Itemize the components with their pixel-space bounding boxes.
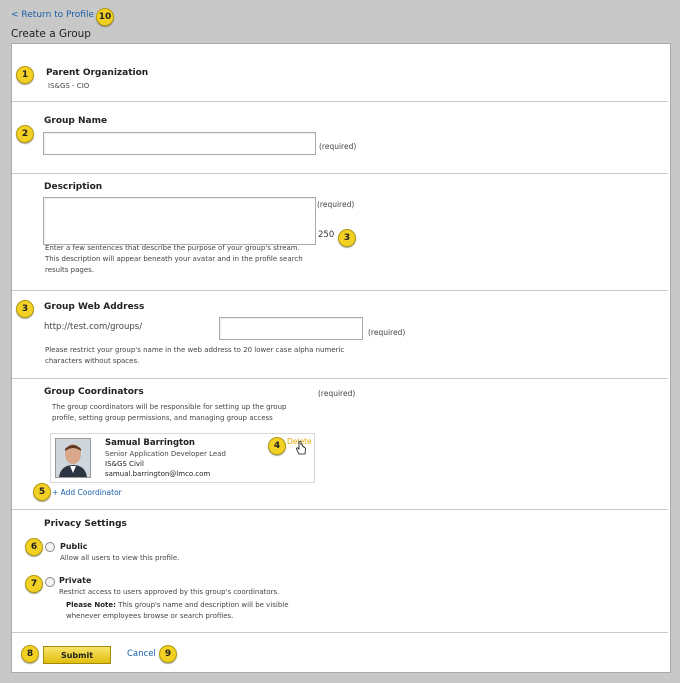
annotation-badge-6: 6 xyxy=(25,538,43,556)
section-divider xyxy=(12,173,668,174)
coordinators-label: Group Coordinators xyxy=(44,387,144,397)
web-address-help-text: Please restrict your group's name in the… xyxy=(45,346,345,365)
public-option-label: Public xyxy=(60,542,88,551)
description-textarea[interactable] xyxy=(43,197,316,245)
group-name-required: (required) xyxy=(319,142,357,151)
annotation-badge-1: 1 xyxy=(16,66,34,84)
annotation-badge-3: 3 xyxy=(338,229,356,247)
description-required: (required) xyxy=(317,200,355,209)
annotation-badge-10: 10 xyxy=(96,8,114,26)
public-radio[interactable] xyxy=(45,542,55,552)
description-help-text: Enter a few sentences that describe the … xyxy=(45,244,303,274)
private-option-note: Please Note: This group's name and descr… xyxy=(66,600,316,622)
privacy-settings-label: Privacy Settings xyxy=(44,519,127,529)
annotation-badge-7: 7 xyxy=(25,575,43,593)
private-option-desc: Restrict access to users approved by thi… xyxy=(59,588,280,596)
annotation-badge-5: 5 xyxy=(33,483,51,501)
parent-org-value: IS&GS - CIO xyxy=(48,82,90,90)
section-divider xyxy=(12,632,668,633)
web-address-required: (required) xyxy=(368,328,406,337)
web-address-input[interactable] xyxy=(219,317,363,340)
section-divider xyxy=(12,290,668,291)
web-address-label: Group Web Address xyxy=(44,302,145,312)
annotation-badge-8: 8 xyxy=(21,645,39,663)
coordinators-required: (required) xyxy=(318,389,356,398)
return-to-profile-link[interactable]: < Return to Profile xyxy=(11,10,94,20)
submit-button[interactable]: Submit xyxy=(43,646,111,664)
annotation-badge-3-web: 3 xyxy=(16,300,34,318)
group-name-input[interactable] xyxy=(43,132,316,155)
description-char-count: 250 xyxy=(318,230,335,240)
group-name-label: Group Name xyxy=(44,116,108,126)
private-radio[interactable] xyxy=(45,577,55,587)
web-address-prefix: http://test.com/groups/ xyxy=(44,322,143,332)
note-label: Please Note: xyxy=(66,601,116,609)
private-option-label: Private xyxy=(59,576,92,585)
section-divider xyxy=(12,101,668,102)
annotation-badge-2: 2 xyxy=(16,125,34,143)
cancel-link[interactable]: Cancel xyxy=(127,649,156,659)
annotation-badge-9: 9 xyxy=(159,645,177,663)
section-divider xyxy=(12,509,668,510)
coordinator-name: Samual Barrington xyxy=(105,438,195,448)
add-coordinator-link[interactable]: + Add Coordinator xyxy=(52,488,122,497)
parent-org-label: Parent Organization xyxy=(46,68,149,78)
page-title: Create a Group xyxy=(11,28,91,40)
avatar xyxy=(55,438,91,478)
coordinators-help-text: The group coordinators will be responsib… xyxy=(52,403,287,422)
section-divider xyxy=(12,378,668,379)
public-option-desc: Allow all users to view this profile. xyxy=(60,554,180,562)
description-label: Description xyxy=(44,182,103,192)
hand-cursor-icon xyxy=(295,440,307,457)
annotation-badge-4: 4 xyxy=(268,437,286,455)
coordinator-email: samual.barrington@lmco.com xyxy=(105,470,211,478)
